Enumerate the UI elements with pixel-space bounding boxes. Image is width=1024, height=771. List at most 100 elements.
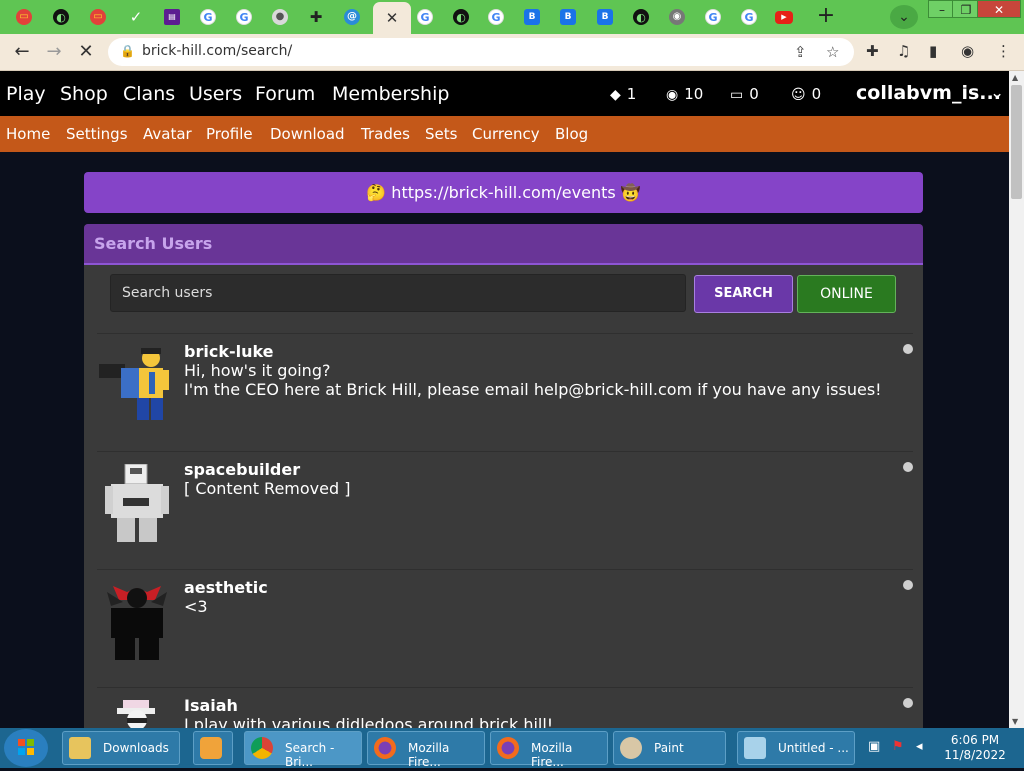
- user-row[interactable]: aesthetic <3: [97, 569, 913, 687]
- tab-active[interactable]: ✕: [373, 2, 411, 34]
- tab-10[interactable]: @: [337, 4, 367, 30]
- user-name[interactable]: spacebuilder: [184, 460, 300, 479]
- tab-14[interactable]: G: [481, 4, 511, 30]
- taskbar-firefox-1[interactable]: Mozilla Fire...: [367, 731, 485, 769]
- tab-22[interactable]: ▶: [769, 4, 799, 30]
- system-clock[interactable]: 6:06 PM 11/8/2022: [940, 733, 1010, 763]
- friends-stat[interactable]: ☺ 0: [791, 85, 821, 103]
- close-icon[interactable]: ✕: [386, 9, 399, 27]
- side-panel-icon[interactable]: ▮: [929, 42, 937, 60]
- tab-6[interactable]: G: [193, 4, 223, 30]
- window-close-button[interactable]: ✕: [977, 0, 1021, 18]
- tab-5[interactable]: ▤: [157, 4, 187, 30]
- nav-forum[interactable]: Forum: [255, 83, 315, 105]
- share-icon[interactable]: ⇪: [794, 43, 807, 61]
- user-avatar[interactable]: [97, 700, 177, 728]
- forward-button[interactable]: →: [41, 40, 67, 64]
- search-button[interactable]: SEARCH: [694, 275, 793, 313]
- subnav-sets[interactable]: Sets: [425, 125, 457, 143]
- google-icon: G: [236, 9, 252, 25]
- tab-2[interactable]: ◐: [46, 4, 76, 30]
- earth-icon: ◐: [53, 9, 69, 25]
- nav-users[interactable]: Users: [189, 83, 242, 105]
- chrome-icon: [251, 737, 273, 759]
- address-bar[interactable]: 🔒 brick-hill.com/search/ ⇪ ☆: [108, 38, 854, 66]
- bricks-stat[interactable]: ◆ 1: [610, 85, 636, 103]
- taskbar-paint[interactable]: Paint: [613, 731, 726, 765]
- user-avatar[interactable]: [97, 464, 177, 542]
- tab-8[interactable]: ●: [265, 4, 295, 30]
- network-icon[interactable]: ▣: [868, 739, 880, 754]
- tab-4[interactable]: ✓: [121, 4, 151, 30]
- messages-stat[interactable]: ▭ 0: [730, 85, 759, 103]
- search-input[interactable]: Search users: [110, 274, 686, 312]
- user-row[interactable]: spacebuilder [ Content Removed ]: [97, 451, 913, 569]
- menu-kebab-icon[interactable]: ⋮: [996, 42, 1011, 60]
- restore-button[interactable]: ❐: [952, 0, 980, 18]
- tab-20[interactable]: G: [698, 4, 728, 30]
- subnav-trades[interactable]: Trades: [361, 125, 410, 143]
- subnav-home[interactable]: Home: [6, 125, 50, 143]
- tab-18[interactable]: ◐: [626, 4, 656, 30]
- scroll-up-icon[interactable]: ▲: [1012, 73, 1018, 82]
- taskbar-downloads[interactable]: Downloads: [62, 731, 180, 765]
- subnav-blog[interactable]: Blog: [555, 125, 588, 143]
- nav-play[interactable]: Play: [6, 83, 46, 105]
- sub-nav: Home Settings Avatar Profile Download Tr…: [0, 116, 1009, 152]
- taskbar-firefox-2[interactable]: Mozilla Fire...: [490, 731, 608, 769]
- subnav-avatar[interactable]: Avatar: [143, 125, 192, 143]
- taskbar-media-player[interactable]: [193, 731, 233, 765]
- user-avatar[interactable]: [97, 346, 177, 424]
- banner-link[interactable]: https://brick-hill.com/events: [391, 183, 615, 202]
- nav-membership[interactable]: Membership: [332, 83, 449, 105]
- tab-1[interactable]: ▭: [9, 4, 39, 30]
- tab-15[interactable]: B: [517, 4, 547, 30]
- scroll-down-icon[interactable]: ▼: [1012, 717, 1018, 726]
- offline-status-dot: [903, 580, 913, 590]
- stop-loading-button[interactable]: ✕: [73, 40, 99, 64]
- puzzle-icon: ✚: [309, 7, 323, 26]
- profile-avatar-icon[interactable]: ◉: [961, 42, 974, 60]
- online-button[interactable]: ONLINE: [797, 275, 896, 313]
- extensions-icon[interactable]: ✚: [866, 42, 879, 60]
- taskbar-chrome[interactable]: Search - Bri...: [244, 731, 362, 769]
- user-avatar[interactable]: [97, 582, 177, 660]
- tab-19[interactable]: ◉: [662, 4, 692, 30]
- nav-shop[interactable]: Shop: [60, 83, 108, 105]
- tab-7[interactable]: G: [229, 4, 259, 30]
- start-button[interactable]: [4, 729, 48, 767]
- user-row[interactable]: brick-luke Hi, how's it going? I'm the C…: [97, 333, 913, 451]
- subnav-download[interactable]: Download: [270, 125, 345, 143]
- taskbar-notepad[interactable]: Untitled - ...: [737, 731, 855, 765]
- nav-clans[interactable]: Clans: [123, 83, 175, 105]
- subnav-currency[interactable]: Currency: [472, 125, 540, 143]
- subnav-profile[interactable]: Profile: [206, 125, 253, 143]
- back-button[interactable]: ←: [9, 40, 35, 64]
- google-icon: G: [200, 9, 216, 25]
- tab-12[interactable]: G: [410, 4, 440, 30]
- tab-13[interactable]: ◐: [446, 4, 476, 30]
- user-name[interactable]: Isaiah: [184, 696, 238, 715]
- tab-21[interactable]: G: [734, 4, 764, 30]
- user-name[interactable]: brick-luke: [184, 342, 274, 361]
- bookmark-star-icon[interactable]: ☆: [826, 43, 839, 61]
- action-center-icon[interactable]: ⚑: [892, 739, 904, 754]
- scroll-thumb[interactable]: [1011, 85, 1022, 199]
- tab-3[interactable]: ▭: [83, 4, 113, 30]
- chevron-down-icon[interactable]: ⌄: [990, 83, 1004, 103]
- page-scrollbar[interactable]: ▲ ▼: [1009, 71, 1024, 728]
- media-controls-icon[interactable]: ♫: [897, 42, 910, 60]
- new-tab-button[interactable]: +: [812, 5, 840, 29]
- username-menu[interactable]: collabvm_is...: [856, 82, 1001, 104]
- subnav-settings[interactable]: Settings: [66, 125, 128, 143]
- tab-17[interactable]: B: [590, 4, 620, 30]
- volume-icon[interactable]: ◂: [916, 739, 923, 754]
- tab-9[interactable]: ✚: [301, 4, 331, 30]
- message-icon: ▭: [730, 87, 744, 103]
- user-name[interactable]: aesthetic: [184, 578, 268, 597]
- user-row[interactable]: Isaiah I play with various didledoos aro…: [97, 687, 913, 728]
- bucks-stat[interactable]: ◉ 10: [666, 85, 703, 103]
- tab-16[interactable]: B: [553, 4, 583, 30]
- tab-search-button[interactable]: ⌄: [890, 5, 918, 29]
- events-banner[interactable]: 🤔 https://brick-hill.com/events 🤠: [84, 172, 923, 213]
